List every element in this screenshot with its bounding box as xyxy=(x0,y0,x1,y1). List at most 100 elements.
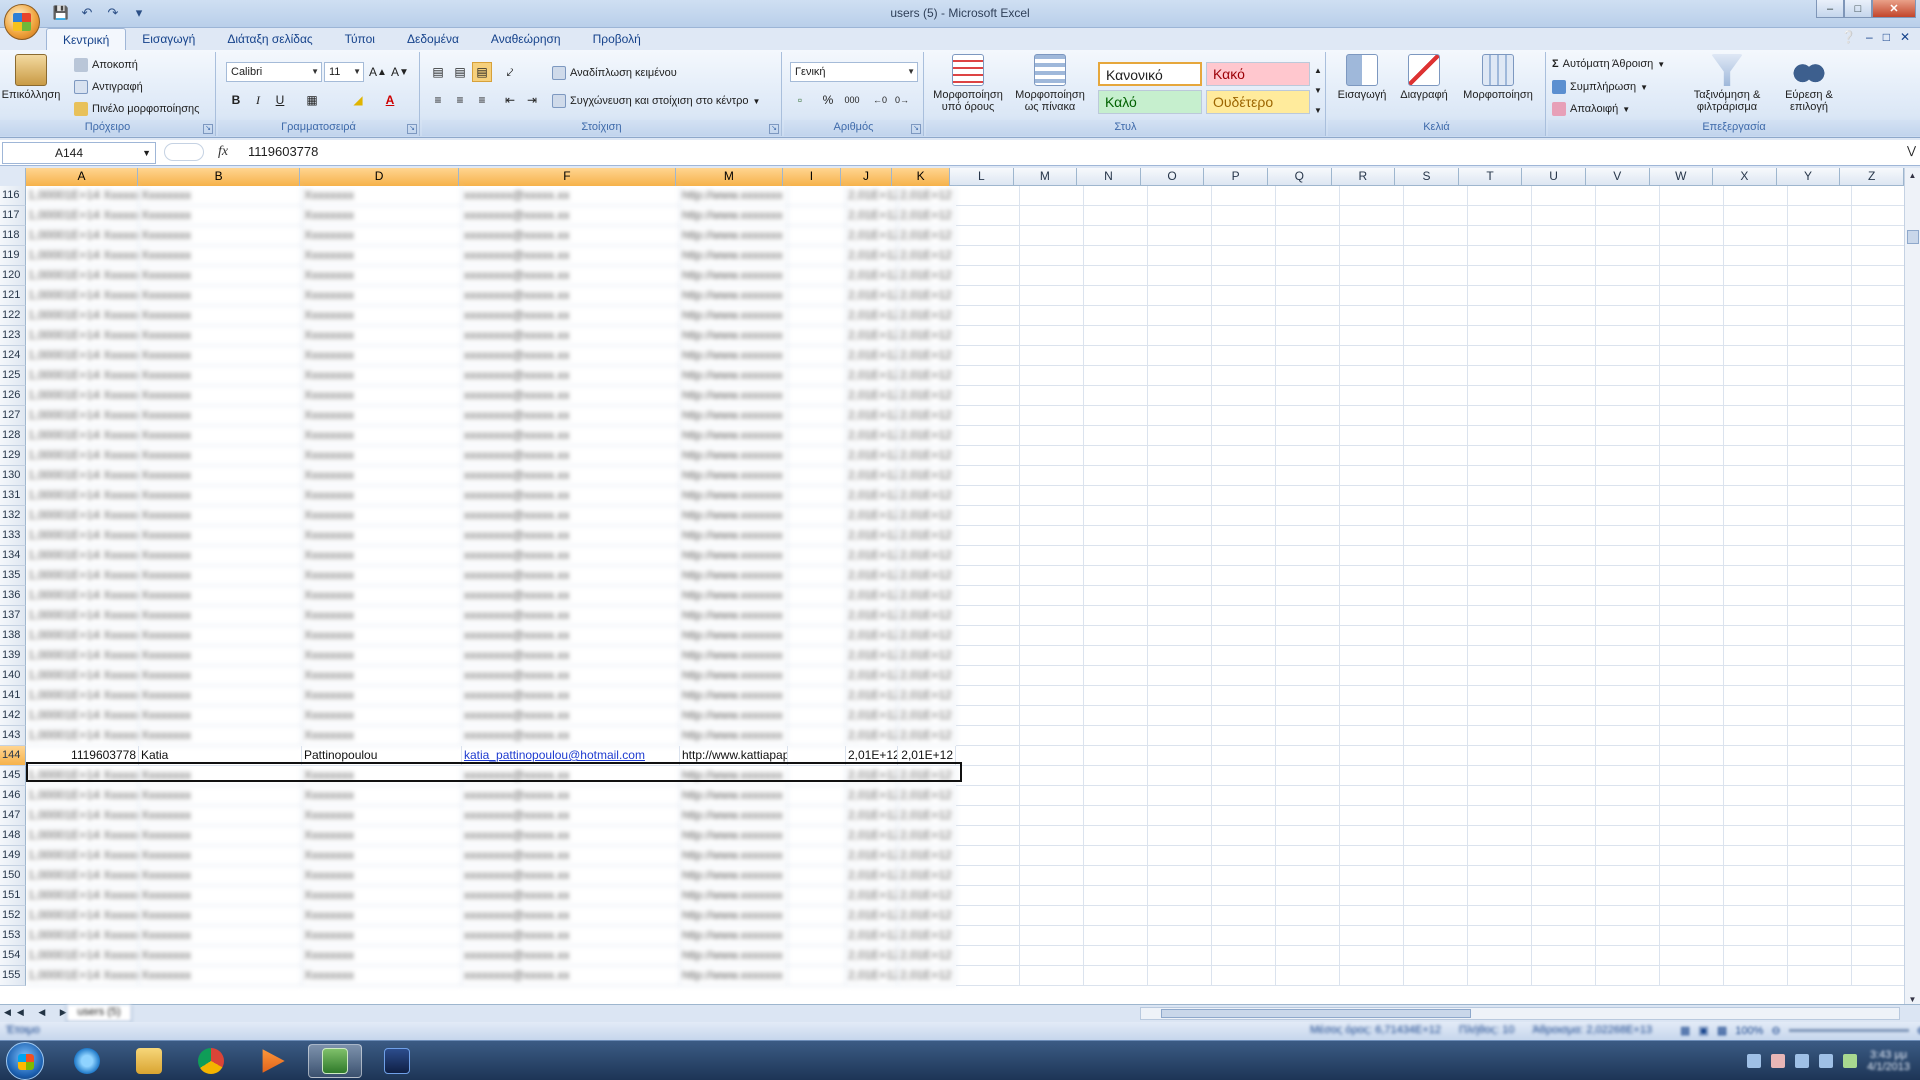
grid-cell[interactable] xyxy=(1532,306,1596,326)
row-header[interactable]: 131 xyxy=(0,486,26,506)
grid-cell[interactable] xyxy=(1788,606,1852,626)
grid-cell[interactable] xyxy=(1276,946,1340,966)
grid-cell[interactable] xyxy=(956,446,1020,466)
grid-cell[interactable] xyxy=(1020,846,1084,866)
grid-cell[interactable]: 2,01E+12 xyxy=(898,566,956,586)
grid-cell[interactable] xyxy=(788,526,846,546)
grid-cell[interactable]: xxxxxxxx@xxxxx.xx xyxy=(462,586,680,606)
tab-data[interactable]: Δεδομένα xyxy=(391,28,475,50)
grid-cell[interactable] xyxy=(1340,766,1404,786)
grid-cell[interactable] xyxy=(1788,866,1852,886)
grid-cell[interactable] xyxy=(1276,226,1340,246)
grid-cell[interactable]: 1,00001E+14 Xxxxxx xyxy=(26,866,139,886)
grid-cell[interactable]: http://www.xxxxxxx xyxy=(680,246,788,266)
grid-cell[interactable] xyxy=(956,206,1020,226)
grid-cell[interactable] xyxy=(1852,846,1904,866)
grid-cell[interactable]: 2,01E+12 xyxy=(898,586,956,606)
increase-indent-icon[interactable]: ⇥ xyxy=(522,90,542,110)
grid-cell[interactable] xyxy=(1532,366,1596,386)
grid-cell[interactable] xyxy=(1276,786,1340,806)
grid-cell[interactable]: 2,01E+12 xyxy=(898,186,956,206)
grid-cell[interactable] xyxy=(1532,566,1596,586)
decrease-indent-icon[interactable]: ⇤ xyxy=(500,90,520,110)
grid-cell[interactable] xyxy=(1084,886,1148,906)
power-icon[interactable] xyxy=(1843,1054,1858,1068)
grid-cell[interactable] xyxy=(1468,406,1532,426)
copy-button[interactable]: Αντιγραφή xyxy=(74,80,143,94)
grid-cell[interactable] xyxy=(1788,766,1852,786)
grid-cell[interactable]: xxxxxxxx@xxxxx.xx xyxy=(462,406,680,426)
row-header[interactable]: 147 xyxy=(0,806,26,826)
grid-cell[interactable] xyxy=(1404,246,1468,266)
grid-cell[interactable]: Xxxxxxxx xyxy=(139,706,302,726)
grid-cell[interactable] xyxy=(1724,566,1788,586)
grid-cell[interactable] xyxy=(1084,726,1148,746)
grid-cell[interactable]: xxxxxxxx@xxxxx.xx xyxy=(462,466,680,486)
grid-cell[interactable] xyxy=(1788,226,1852,246)
grid-cell[interactable] xyxy=(1276,846,1340,866)
row-header[interactable]: 145 xyxy=(0,766,26,786)
grid-cell[interactable]: xxxxxxxx@xxxxx.xx xyxy=(462,886,680,906)
grid-cell[interactable] xyxy=(1852,586,1904,606)
grid-cell[interactable]: 2,01E+12 xyxy=(898,506,956,526)
grid-cell[interactable] xyxy=(1532,866,1596,886)
grid-cell[interactable]: Xxxxxxxx xyxy=(302,826,462,846)
grid-cell[interactable] xyxy=(1404,526,1468,546)
grid-cell[interactable] xyxy=(1596,906,1660,926)
grid-cell[interactable] xyxy=(1532,886,1596,906)
grid-cell[interactable] xyxy=(1468,186,1532,206)
grid-cell[interactable] xyxy=(1084,346,1148,366)
grid-cell[interactable] xyxy=(1340,246,1404,266)
grid-cell[interactable] xyxy=(1660,286,1724,306)
grid-cell[interactable] xyxy=(1852,346,1904,366)
grid-cell[interactable]: Xxxxxxxx xyxy=(302,706,462,726)
grid-cell[interactable] xyxy=(1340,426,1404,446)
grid-cell[interactable] xyxy=(1596,446,1660,466)
grid-cell[interactable]: Xxxxxxxx xyxy=(302,326,462,346)
grid-cell[interactable] xyxy=(1148,946,1212,966)
grid-cell[interactable]: 2,01E+12 xyxy=(898,966,956,986)
grid-cell[interactable] xyxy=(1212,786,1276,806)
grid-cell[interactable] xyxy=(1532,706,1596,726)
grid-cell[interactable]: Xxxxxxxx xyxy=(302,666,462,686)
grid-cell[interactable] xyxy=(1084,486,1148,506)
grid-cell[interactable] xyxy=(1468,266,1532,286)
grid-cell[interactable] xyxy=(1852,966,1904,986)
grid-cell[interactable] xyxy=(1148,706,1212,726)
grid-cell[interactable] xyxy=(1788,406,1852,426)
grid-cell[interactable] xyxy=(1212,286,1276,306)
grid-cell[interactable] xyxy=(1084,846,1148,866)
find-select-button[interactable]: Εύρεση & επιλογή xyxy=(1776,54,1842,113)
grid-cell[interactable] xyxy=(1724,926,1788,946)
grid-cell[interactable] xyxy=(1084,306,1148,326)
grid-cell[interactable]: Xxxxxxxx xyxy=(302,226,462,246)
grid-cell[interactable]: Xxxxxxxx xyxy=(302,546,462,566)
cut-button[interactable]: Αποκοπή xyxy=(74,58,138,72)
grid-cell[interactable] xyxy=(788,606,846,626)
grid-cell[interactable] xyxy=(1276,466,1340,486)
font-size-combo[interactable]: 11 ▼ xyxy=(324,62,364,82)
grid-cell[interactable]: xxxxxxxx@xxxxx.xx xyxy=(462,766,680,786)
grid-cell[interactable]: xxxxxxxx@xxxxx.xx xyxy=(462,486,680,506)
grid-cell[interactable] xyxy=(1596,506,1660,526)
grid-cell[interactable] xyxy=(1212,506,1276,526)
grid-cell[interactable]: Xxxxxxxx xyxy=(139,446,302,466)
grid-cell[interactable]: Xxxxxxxx xyxy=(302,686,462,706)
grid-cell[interactable]: xxxxxxxx@xxxxx.xx xyxy=(462,646,680,666)
scroll-up-icon[interactable]: ▲ xyxy=(1905,168,1920,184)
underline-button[interactable]: U xyxy=(270,90,290,110)
grid-cell[interactable] xyxy=(956,346,1020,366)
grid-cell[interactable] xyxy=(956,866,1020,886)
grid-cell[interactable] xyxy=(1148,886,1212,906)
grid-cell[interactable]: 2,01E+12 xyxy=(846,466,898,486)
grid-cell[interactable]: Xxxxxxxx xyxy=(139,266,302,286)
grid-cell[interactable] xyxy=(1148,846,1212,866)
grid-cell[interactable] xyxy=(1276,506,1340,526)
grid-cell[interactable] xyxy=(956,786,1020,806)
grid-cell[interactable]: 1,00001E+14 Xxxxxx xyxy=(26,666,139,686)
grid-cell[interactable] xyxy=(1788,586,1852,606)
grid-cell[interactable] xyxy=(956,366,1020,386)
grid-cell[interactable] xyxy=(1340,326,1404,346)
grid-cell[interactable] xyxy=(1724,846,1788,866)
grid-cell[interactable]: http://www.xxxxxxx xyxy=(680,306,788,326)
